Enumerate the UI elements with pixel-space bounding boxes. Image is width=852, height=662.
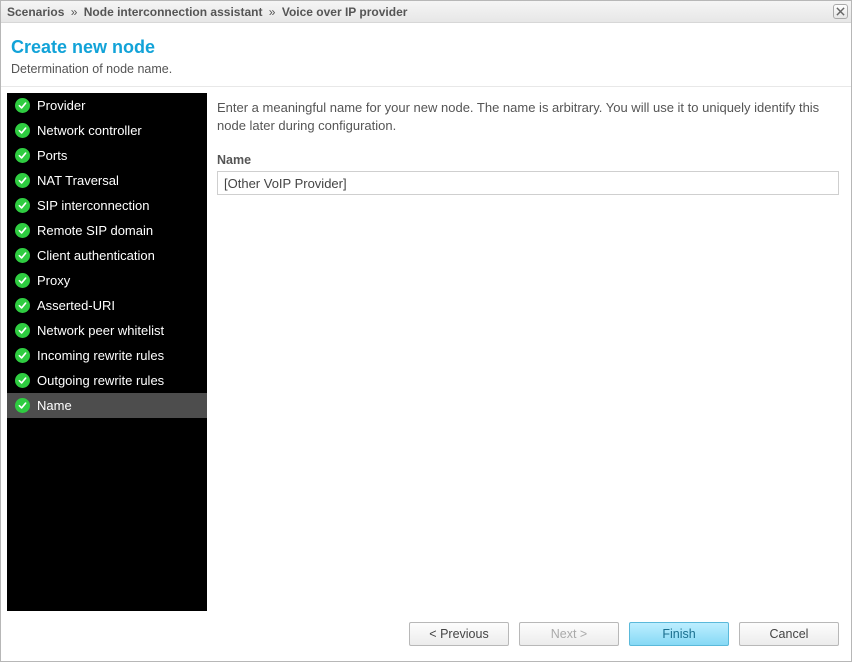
sidebar-step-label: Client authentication [37, 248, 155, 263]
next-button: Next > [519, 622, 619, 646]
check-icon [15, 248, 30, 263]
check-icon [15, 323, 30, 338]
name-input[interactable] [217, 171, 839, 195]
titlebar: Scenarios » Node interconnection assista… [1, 1, 851, 23]
check-icon [15, 298, 30, 313]
check-icon [15, 373, 30, 388]
sidebar-step-label: Network peer whitelist [37, 323, 164, 338]
breadcrumb: Scenarios » Node interconnection assista… [7, 5, 407, 19]
sidebar-step-label: Name [37, 398, 72, 413]
sidebar-step-label: Network controller [37, 123, 142, 138]
breadcrumb-part: Scenarios [7, 5, 64, 19]
check-icon [15, 123, 30, 138]
sidebar-step[interactable]: Remote SIP domain [7, 218, 207, 243]
check-icon [15, 223, 30, 238]
breadcrumb-part: Node interconnection assistant [84, 5, 263, 19]
breadcrumb-sep-icon: » [71, 5, 78, 19]
name-field-label: Name [217, 153, 839, 167]
sidebar-step[interactable]: Asserted-URI [7, 293, 207, 318]
sidebar-step[interactable]: Provider [7, 93, 207, 118]
close-icon [836, 7, 845, 16]
sidebar-step[interactable]: SIP interconnection [7, 193, 207, 218]
breadcrumb-part: Voice over IP provider [282, 5, 408, 19]
sidebar-step[interactable]: Network controller [7, 118, 207, 143]
check-icon [15, 348, 30, 363]
cancel-button[interactable]: Cancel [739, 622, 839, 646]
sidebar-step-label: Asserted-URI [37, 298, 115, 313]
check-icon [15, 98, 30, 113]
close-button[interactable] [833, 4, 848, 19]
sidebar-step[interactable]: Network peer whitelist [7, 318, 207, 343]
sidebar-step[interactable]: Client authentication [7, 243, 207, 268]
check-icon [15, 273, 30, 288]
sidebar-step[interactable]: NAT Traversal [7, 168, 207, 193]
sidebar-step[interactable]: Outgoing rewrite rules [7, 368, 207, 393]
sidebar-step[interactable]: Ports [7, 143, 207, 168]
finish-button[interactable]: Finish [629, 622, 729, 646]
wizard-window: Scenarios » Node interconnection assista… [0, 0, 852, 662]
previous-button[interactable]: < Previous [409, 622, 509, 646]
sidebar-step-label: Outgoing rewrite rules [37, 373, 164, 388]
sidebar-step-label: SIP interconnection [37, 198, 150, 213]
sidebar-step[interactable]: Proxy [7, 268, 207, 293]
wizard-header: Create new node Determination of node na… [1, 23, 851, 87]
sidebar-step-label: Incoming rewrite rules [37, 348, 164, 363]
sidebar-step-label: NAT Traversal [37, 173, 119, 188]
sidebar-step-label: Ports [37, 148, 67, 163]
wizard-body: Provider Network controller Ports NAT Trave… [1, 87, 851, 617]
breadcrumb-sep-icon: » [269, 5, 276, 19]
page-subtitle: Determination of node name. [11, 62, 841, 76]
sidebar-step[interactable]: Incoming rewrite rules [7, 343, 207, 368]
content-description: Enter a meaningful name for your new nod… [217, 99, 839, 135]
step-content: Enter a meaningful name for your new nod… [213, 93, 845, 611]
check-icon [15, 398, 30, 413]
sidebar-step[interactable]: Name [7, 393, 207, 418]
check-icon [15, 173, 30, 188]
page-title: Create new node [11, 37, 841, 58]
sidebar-step-label: Provider [37, 98, 85, 113]
sidebar-step-label: Remote SIP domain [37, 223, 153, 238]
step-sidebar: Provider Network controller Ports NAT Trave… [7, 93, 207, 611]
check-icon [15, 198, 30, 213]
check-icon [15, 148, 30, 163]
sidebar-step-label: Proxy [37, 273, 70, 288]
wizard-footer: < Previous Next > Finish Cancel [1, 617, 851, 661]
